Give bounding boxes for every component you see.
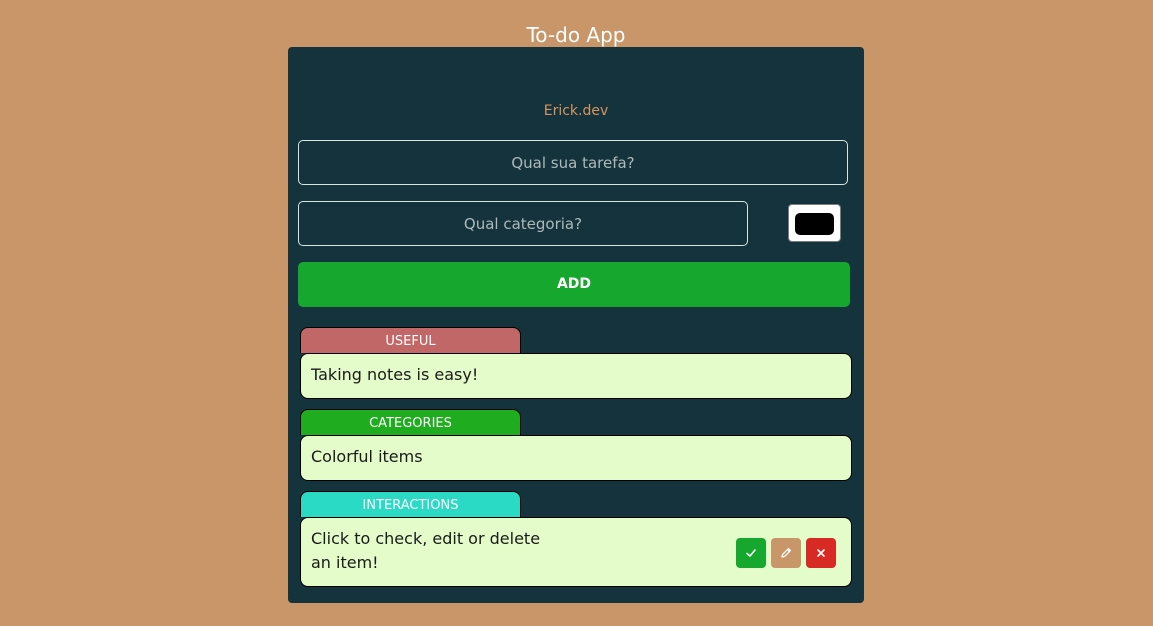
category-input[interactable] [298,201,748,246]
check-icon [746,549,756,557]
color-swatch [795,213,834,235]
category-tab: USEFUL [300,327,521,353]
item-body[interactable]: Taking notes is easy! [300,353,852,399]
item-text: Taking notes is easy! [311,365,479,384]
item-actions [736,538,836,568]
category-tab: INTERACTIONS [300,491,521,517]
category-color-picker[interactable] [788,204,841,242]
item-text: Colorful items [311,447,423,466]
app-title: To-do App [526,23,626,47]
app-subtitle: Erick.dev [543,103,609,119]
item-text: Click to check, edit or delete an item! [311,529,541,572]
delete-button[interactable] [806,538,836,568]
item-body[interactable]: Colorful items [300,435,852,481]
todo-app-panel: To-do App Erick.dev ADD USEFUL Taking no… [288,23,864,603]
add-button[interactable]: ADD [298,262,850,307]
category-tab: CATEGORIES [300,409,521,435]
check-button[interactable] [736,538,766,568]
task-input[interactable] [298,140,848,185]
item-body[interactable]: Click to check, edit or delete an item! [300,517,852,587]
close-icon [817,549,825,557]
edit-button[interactable] [771,538,801,568]
pencil-icon [781,547,792,558]
